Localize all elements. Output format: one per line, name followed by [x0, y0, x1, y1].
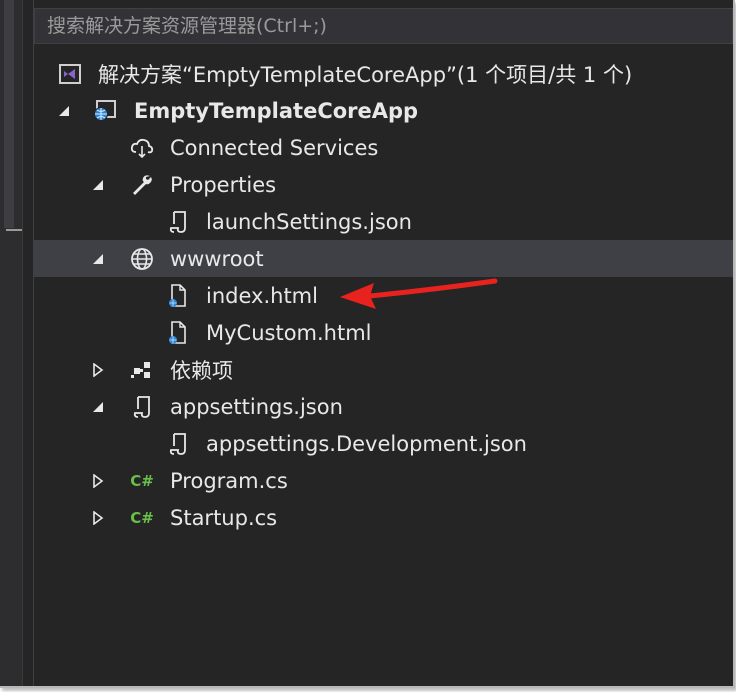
expanded-triangle-icon[interactable] — [90, 251, 106, 267]
solution-label: 解决方案“EmptyTemplateCoreApp”(1 个项目/共 1 个) — [98, 62, 633, 87]
globe-icon — [130, 247, 154, 271]
tree-item-appsettings-development[interactable]: appsettings.Development.json — [34, 425, 733, 462]
mycustom-html-label: MyCustom.html — [206, 320, 372, 345]
html-file-icon — [166, 320, 190, 345]
cloud-services-icon — [130, 136, 154, 160]
json-file-icon — [130, 395, 154, 419]
html-file-icon — [166, 283, 190, 308]
tree-item-connected-services[interactable]: Connected Services — [34, 129, 733, 166]
search-box[interactable] — [34, 8, 733, 44]
search-input[interactable] — [45, 14, 732, 38]
collapsed-triangle-icon[interactable] — [90, 473, 106, 489]
dependencies-label: 依赖项 — [170, 358, 233, 383]
collapsed-triangle-icon[interactable] — [90, 362, 106, 378]
wwwroot-label: wwwroot — [170, 246, 264, 271]
tree-item-project[interactable]: EmptyTemplateCoreApp — [34, 92, 733, 129]
tree-item-appsettings[interactable]: appsettings.json — [34, 388, 733, 425]
visual-studio-solution-icon — [58, 62, 82, 86]
index-html-label: index.html — [206, 283, 318, 308]
launch-settings-label: launchSettings.json — [206, 209, 412, 234]
appsettings-development-label: appsettings.Development.json — [206, 431, 527, 456]
project-label: EmptyTemplateCoreApp — [134, 98, 419, 123]
csharp-file-icon: C# — [130, 471, 154, 490]
expanded-triangle-icon[interactable] — [56, 103, 72, 119]
json-file-icon — [166, 210, 190, 234]
web-project-icon — [92, 99, 116, 123]
tree-item-mycustom-html[interactable]: MyCustom.html — [34, 314, 733, 351]
dependencies-icon — [130, 358, 154, 382]
scrollbar-marker — [6, 229, 22, 231]
solution-explorer-window: 解决方案“EmptyTemplateCoreApp”(1 个项目/共 1 个) … — [0, 0, 735, 688]
program-cs-label: Program.cs — [170, 468, 288, 493]
solution-explorer-panel: 解决方案“EmptyTemplateCoreApp”(1 个项目/共 1 个) … — [33, 0, 733, 686]
tree-item-startup-cs[interactable]: C# Startup.cs — [34, 499, 733, 536]
wrench-icon — [130, 173, 154, 197]
connected-services-label: Connected Services — [170, 135, 379, 160]
appsettings-label: appsettings.json — [170, 394, 343, 419]
tree-item-wwwroot[interactable]: wwwroot — [34, 240, 733, 277]
tree-item-properties[interactable]: Properties — [34, 166, 733, 203]
expanded-triangle-icon[interactable] — [90, 399, 106, 415]
csharp-file-icon: C# — [130, 508, 154, 527]
tree-item-launch-settings[interactable]: launchSettings.json — [34, 203, 733, 240]
tree-item-program-cs[interactable]: C# Program.cs — [34, 462, 733, 499]
scrollbar-thumb[interactable] — [4, 0, 14, 228]
tree-item-index-html[interactable]: index.html — [34, 277, 733, 314]
tree-item-solution[interactable]: 解决方案“EmptyTemplateCoreApp”(1 个项目/共 1 个) — [34, 55, 733, 92]
left-scrollbar[interactable] — [0, 0, 23, 686]
properties-label: Properties — [170, 172, 277, 197]
tree-item-dependencies[interactable]: 依赖项 — [34, 351, 733, 388]
json-file-icon — [166, 432, 190, 456]
expanded-triangle-icon[interactable] — [90, 177, 106, 193]
collapsed-triangle-icon[interactable] — [90, 510, 106, 526]
startup-cs-label: Startup.cs — [170, 505, 278, 530]
